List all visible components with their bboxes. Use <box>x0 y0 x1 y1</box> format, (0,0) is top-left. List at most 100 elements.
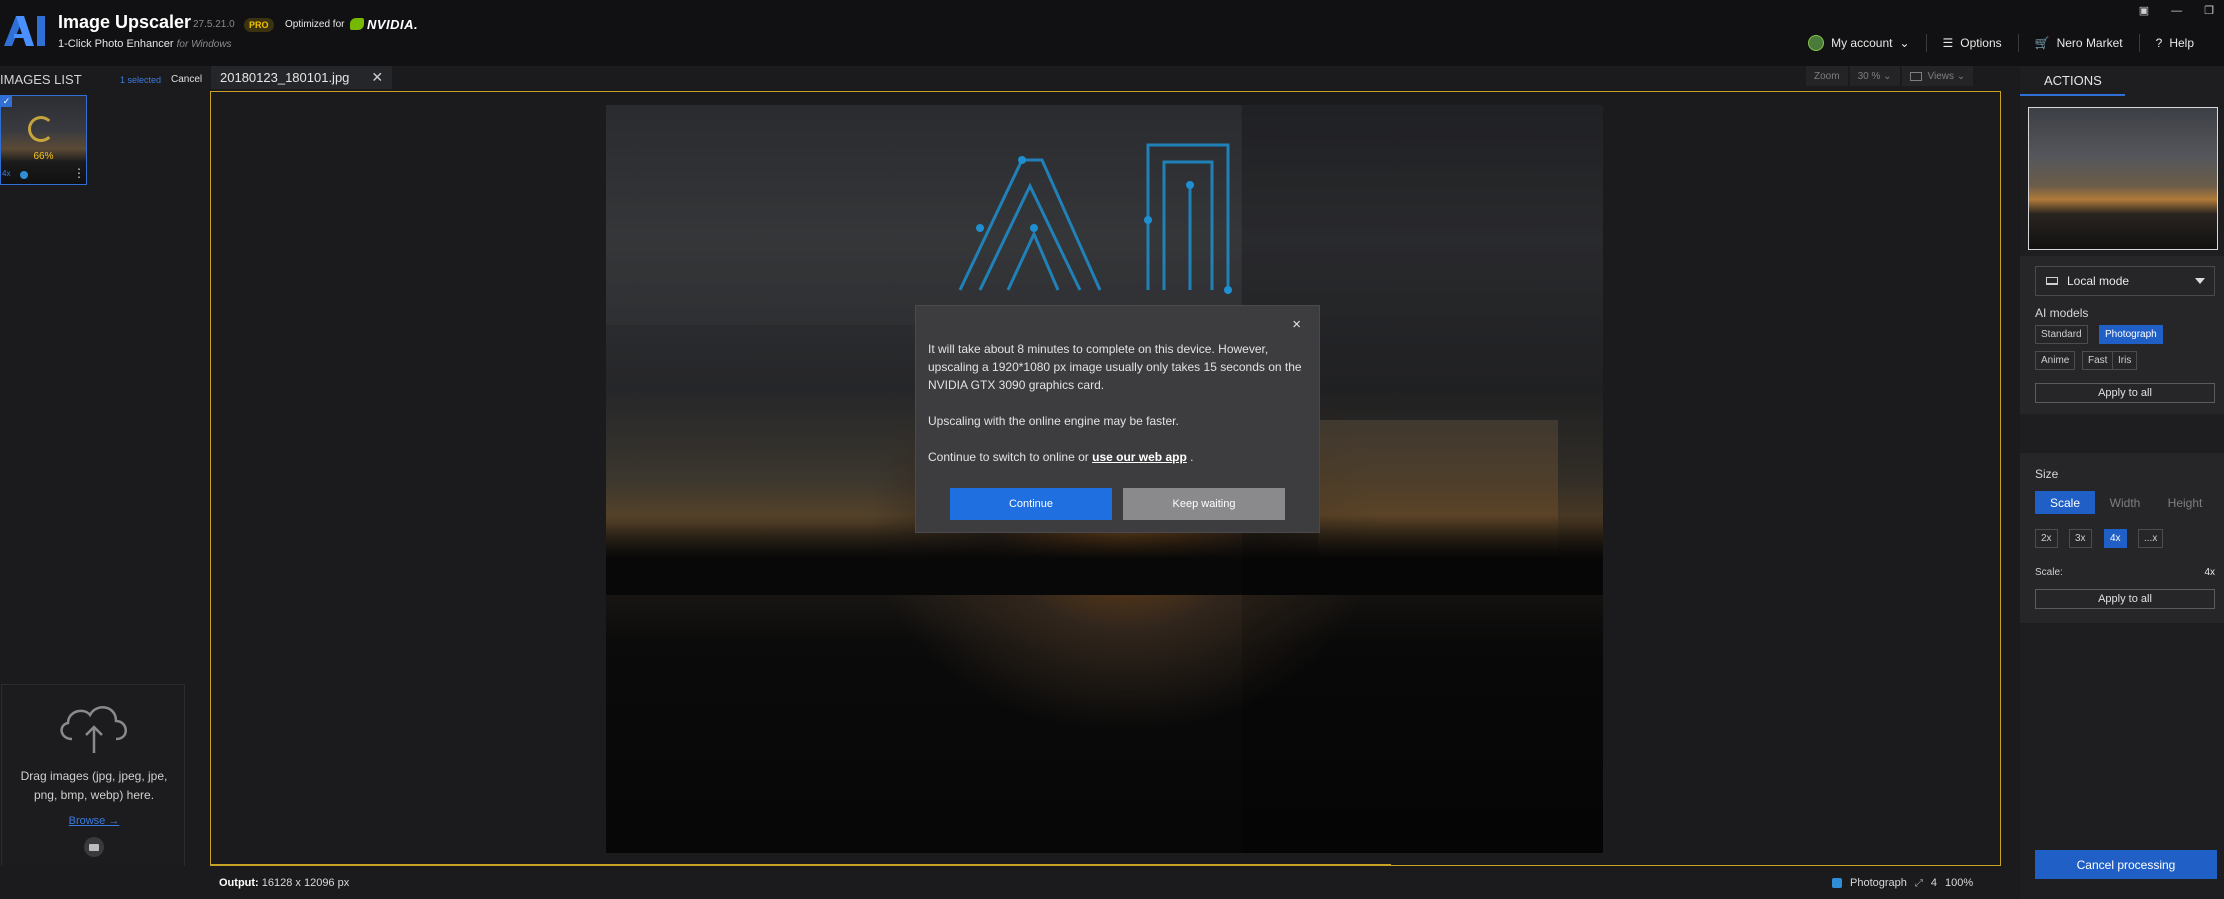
size-label: Size <box>2035 467 2059 481</box>
pro-badge: PRO <box>244 18 274 32</box>
size-section: Size Scale Width Height 2x 3x 4x ...x Sc… <box>2020 453 2224 623</box>
options-button[interactable]: ☰ Options <box>1925 34 2018 52</box>
avatar <box>1808 35 1825 51</box>
chevron-down-icon: ⌄ <box>1880 70 1892 82</box>
tab-width[interactable]: Width <box>2095 491 2155 514</box>
subtitle-suffix: for Windows <box>176 39 232 50</box>
app-version: 27.5.21.0 <box>193 19 235 30</box>
output-value: 16128 x 12096 px <box>261 877 350 889</box>
apply-size-to-all-button[interactable]: Apply to all <box>2035 589 2215 609</box>
dialog-online-note: Upscaling with the online engine may be … <box>928 414 1179 428</box>
views-icon <box>1909 71 1922 81</box>
dialog-switch-suffix: . <box>1190 450 1194 464</box>
cancel-processing-button[interactable]: Cancel processing <box>2035 850 2217 879</box>
window-controls: ▣ — ❐ <box>2139 4 2214 18</box>
continue-button[interactable]: Continue <box>950 488 1112 520</box>
nero-market-label: Nero Market <box>2056 36 2123 50</box>
close-icon[interactable]: ✕ <box>371 69 383 86</box>
folder-button[interactable] <box>84 837 104 857</box>
browse-link[interactable]: Browse → <box>2 815 186 827</box>
thumbnail-progress: 66% <box>33 151 54 162</box>
folder-icon <box>89 843 99 851</box>
status-zoom: 100% <box>1945 877 1974 889</box>
more-options-icon[interactable]: ⋮ <box>73 166 85 180</box>
chevron-down-icon: ⌄ <box>1954 70 1966 82</box>
images-list-panel: IMAGES LIST 1 selected Cancel ✓ 66% 4x ⋮… <box>0 66 209 899</box>
sliders-icon: ☰ <box>1942 36 1954 50</box>
actions-panel: ACTIONS Local mode AI models Standard Ph… <box>2020 66 2224 899</box>
tab-scale[interactable]: Scale <box>2035 491 2095 514</box>
drop-zone[interactable]: Drag images (jpg, jpeg, jpe, png, bmp, w… <box>1 684 185 883</box>
views-select[interactable]: Views ⌄ <box>1901 66 1974 86</box>
expand-icon: ⤢ <box>1914 877 1923 889</box>
app-subtitle: 1-Click Photo Enhancer for Windows <box>58 38 232 50</box>
close-icon[interactable]: × <box>1292 316 1301 333</box>
zoom-value: 30 % <box>1857 70 1881 82</box>
app-title: Image Upscaler <box>58 12 192 32</box>
optimized-for-label: Optimized for <box>285 19 345 30</box>
minimize-icon[interactable]: — <box>2171 5 2182 17</box>
caret-down-icon <box>2195 278 2205 284</box>
web-app-link[interactable]: use our web app <box>1092 450 1187 464</box>
apply-model-to-all-button[interactable]: Apply to all <box>2035 383 2215 403</box>
my-account-label: My account <box>1831 36 1893 50</box>
tab-height[interactable]: Height <box>2155 491 2215 514</box>
thumbnail-scale: 4x <box>2 169 11 178</box>
mode-select[interactable]: Local mode <box>2035 266 2215 296</box>
dialog-body: It will take about 8 minutes to complete… <box>928 340 1306 484</box>
model-icon <box>1832 878 1842 888</box>
options-label: Options <box>1960 36 2002 50</box>
help-button[interactable]: ? Help <box>2138 34 2210 52</box>
cancel-selection-link[interactable]: Cancel <box>171 74 202 85</box>
scale-4x[interactable]: 4x <box>2104 529 2127 548</box>
ai-models-section: Local mode AI models Standard Photograph… <box>2020 256 2224 414</box>
status-scale: 4 <box>1930 877 1938 889</box>
nero-market-button[interactable]: 🛒 Nero Market <box>2017 34 2139 52</box>
processing-time-dialog: × It will take about 8 minutes to comple… <box>916 306 1319 532</box>
cast-icon[interactable]: ▣ <box>2139 4 2149 17</box>
checkbox-icon[interactable]: ✓ <box>1 96 12 107</box>
help-label: Help <box>2169 36 2194 50</box>
model-fast[interactable]: Fast <box>2082 351 2114 370</box>
shop-icon: 🛒 <box>2034 36 2050 50</box>
nvidia-logo: NVIDIA. <box>350 16 418 32</box>
laptop-icon <box>2046 277 2058 285</box>
model-photograph[interactable]: Photograph <box>2099 325 2163 344</box>
model-standard[interactable]: Standard <box>2035 325 2088 344</box>
scale-custom[interactable]: ...x <box>2138 529 2164 548</box>
chevron-down-icon: ⌄ <box>1899 36 1910 50</box>
preview-thumbnail[interactable] <box>2028 107 2218 250</box>
my-account-button[interactable]: My account ⌄ <box>1792 34 1925 52</box>
model-iris[interactable]: Iris <box>2112 351 2138 370</box>
model-anime[interactable]: Anime <box>2035 351 2076 370</box>
view-controls: Zoom 30 % ⌄ Views ⌄ <box>1806 66 1975 86</box>
output-size: Output: 16128 x 12096 px <box>219 877 349 889</box>
actions-tab-indicator <box>2020 94 2125 96</box>
keep-waiting-button[interactable]: Keep waiting <box>1123 488 1285 520</box>
scale-3x[interactable]: 3x <box>2069 529 2092 548</box>
image-thumbnail[interactable]: ✓ 66% 4x ⋮ <box>0 95 87 185</box>
cloud-upload-icon <box>60 706 127 753</box>
top-nav: My account ⌄ ☰ Options 🛒 Nero Market ? H… <box>1792 34 2210 52</box>
model-chip-icon <box>20 171 28 179</box>
images-list-title: IMAGES LIST <box>0 72 82 87</box>
actions-tab[interactable]: ACTIONS <box>2044 73 2102 88</box>
scale-2x[interactable]: 2x <box>2035 529 2058 548</box>
help-icon: ? <box>2155 36 2163 50</box>
zoom-select[interactable]: 30 % ⌄ <box>1849 66 1900 86</box>
views-label: Views <box>1927 70 1955 82</box>
subtitle-text: 1-Click Photo Enhancer <box>58 38 174 50</box>
tab-filename: 20180123_180101.jpg <box>220 70 350 85</box>
restore-icon[interactable]: ❐ <box>2204 4 2214 17</box>
title-bar: Image Upscaler 27.5.21.0 PRO Optimized f… <box>0 0 2224 66</box>
status-model: Photograph <box>1850 877 1907 889</box>
scale-label: Scale: <box>2035 567 2063 578</box>
status-bar: Output: 16128 x 12096 px Photograph ⤢ 4 … <box>0 866 2224 899</box>
tab-image-file[interactable]: 20180123_180101.jpg ✕ <box>211 66 393 89</box>
zoom-label: Zoom <box>1806 66 1848 86</box>
nvidia-wordmark: NVIDIA. <box>367 16 419 32</box>
ai-processing-icon <box>958 143 1232 294</box>
dialog-message: It will take about 8 minutes to complete… <box>928 342 1302 392</box>
dialog-switch-prefix: Continue to switch to online or <box>928 450 1089 464</box>
selected-count: 1 selected <box>120 75 162 85</box>
